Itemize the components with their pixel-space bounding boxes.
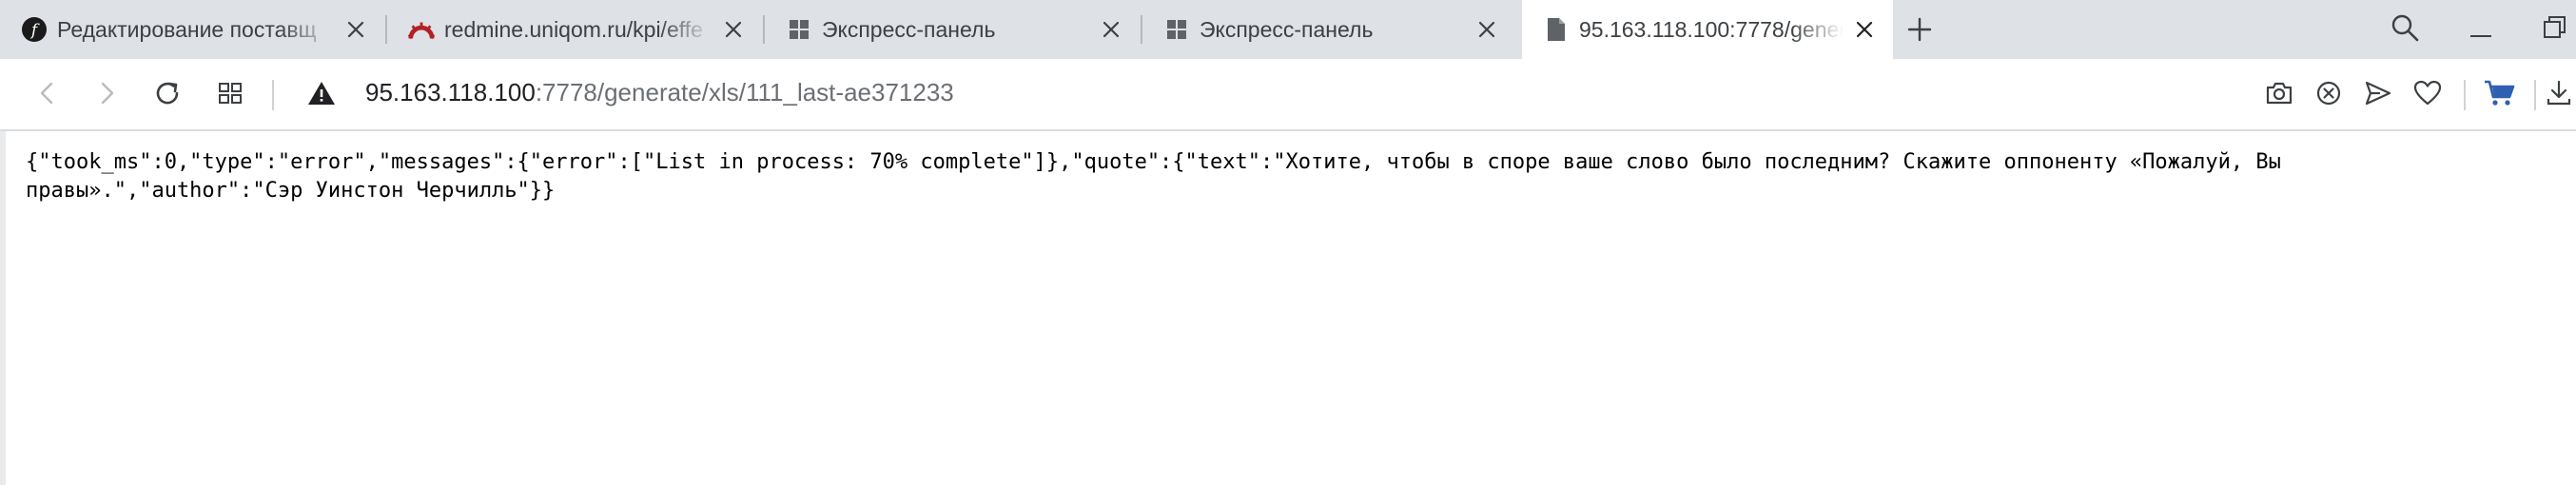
minimize-icon <box>2467 13 2495 47</box>
back-button[interactable] <box>27 74 68 116</box>
search-tabs-button[interactable] <box>2384 9 2426 50</box>
tab-speed-dial-2[interactable]: Экспресс-панель <box>1142 0 1515 59</box>
close-tab-icon[interactable] <box>1847 12 1882 47</box>
close-tab-icon[interactable] <box>716 12 751 47</box>
forward-button[interactable] <box>86 74 127 116</box>
toolbar-divider <box>2464 80 2466 110</box>
camera-icon <box>2265 80 2293 111</box>
speed-dial-icon <box>786 16 812 43</box>
toolbar-divider <box>2534 80 2536 110</box>
browser-window: f Редактирование поставщ redmine.uniqom.… <box>0 0 2576 485</box>
shopping-button[interactable] <box>2479 74 2521 116</box>
tab-title: 95.163.118.100:7778/gener <box>1579 16 1844 42</box>
restore-button[interactable] <box>2534 9 2576 50</box>
page-icon <box>1543 16 1570 43</box>
close-tab-icon[interactable] <box>1470 12 1504 47</box>
adblock-button[interactable] <box>2308 74 2350 116</box>
sidebar-edge <box>0 131 6 485</box>
tab-title: Редактирование поставщ <box>57 16 317 42</box>
chevron-right-icon <box>93 80 120 111</box>
symfony-icon: f <box>21 16 48 43</box>
download-icon <box>2546 79 2572 112</box>
restore-icon <box>2541 13 2569 47</box>
tab-title: Экспресс-панель <box>822 16 996 42</box>
favorites-button[interactable] <box>2407 74 2449 116</box>
reload-button[interactable] <box>146 74 188 116</box>
new-tab-button[interactable] <box>1901 10 1939 48</box>
shopping-cart-icon <box>2484 79 2516 112</box>
heart-icon <box>2413 80 2442 111</box>
close-tab-icon[interactable] <box>339 12 373 47</box>
chevron-left-icon <box>34 80 61 111</box>
address-toolbar: 95.163.118.100:7778/generate/xls/111_las… <box>0 59 2576 131</box>
send-icon <box>2364 79 2392 112</box>
site-info-button[interactable] <box>301 74 342 116</box>
tab-grid-button[interactable] <box>209 74 251 116</box>
url-host: 95.163.118.100 <box>365 78 536 107</box>
speed-dial-icon <box>1163 16 1190 43</box>
snapshot-button[interactable] <box>2258 74 2300 116</box>
tab-strip: f Редактирование поставщ redmine.uniqom.… <box>0 0 2576 59</box>
tab-generate-xls[interactable]: 95.163.118.100:7778/gener <box>1522 0 1893 59</box>
json-response-text: {"took_ms":0,"type":"error","messages":{… <box>26 150 2294 203</box>
redmine-icon <box>408 16 435 43</box>
minimize-button[interactable] <box>2460 9 2502 50</box>
tab-edit-supplier[interactable]: f Редактирование поставщ <box>0 0 384 59</box>
search-icon <box>2390 12 2420 48</box>
tab-title: redmine.uniqom.ru/kpi/effe <box>444 16 703 42</box>
send-button[interactable] <box>2357 74 2399 116</box>
tab-speed-dial-1[interactable]: Экспресс-панель <box>765 0 1140 59</box>
not-secure-warning-icon <box>307 80 336 111</box>
address-field[interactable]: 95.163.118.100:7778/generate/xls/111_las… <box>365 78 954 107</box>
tab-redmine[interactable]: redmine.uniqom.ru/kpi/effe <box>387 0 762 59</box>
downloads-button[interactable] <box>2546 74 2576 116</box>
ad-block-icon <box>2314 79 2343 112</box>
grid-icon <box>217 80 244 111</box>
toolbar-divider <box>272 80 274 110</box>
url-path: :7778/generate/xls/111_last-ae371233 <box>535 78 954 107</box>
reload-icon <box>152 78 183 113</box>
tab-title: Экспресс-панель <box>1200 16 1374 42</box>
close-tab-icon[interactable] <box>1094 12 1128 47</box>
